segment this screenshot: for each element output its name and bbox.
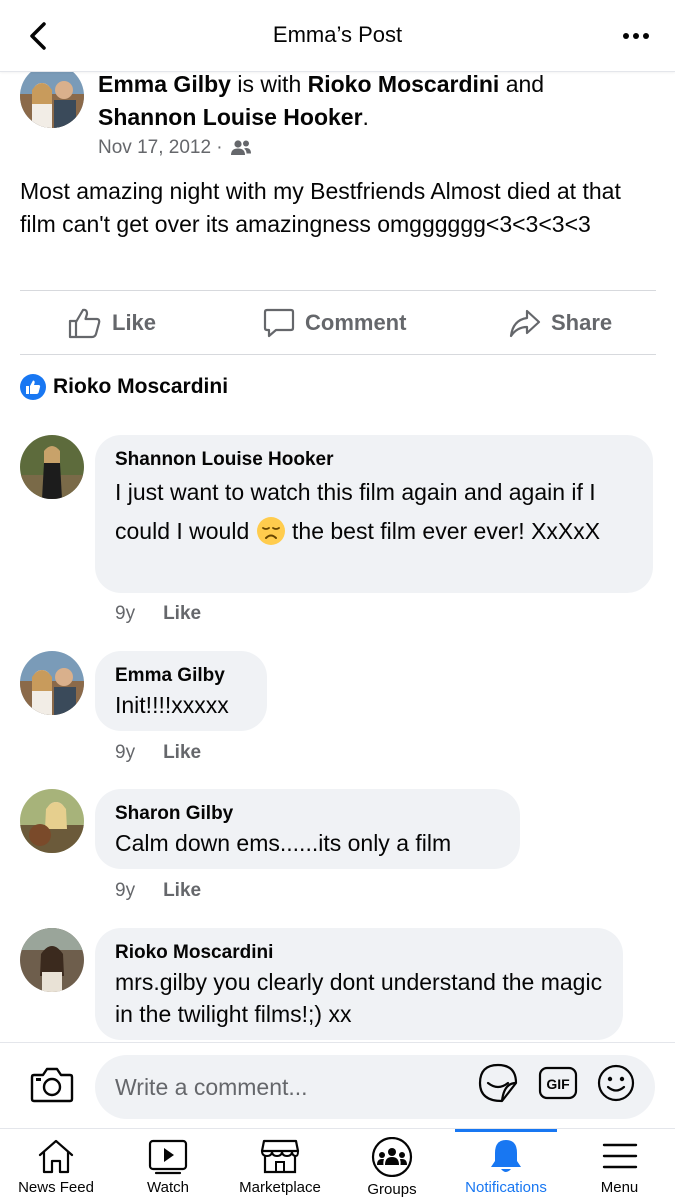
- comment-composer: GIF: [0, 1042, 675, 1128]
- disappointed-face-icon: [256, 517, 285, 545]
- tab-label: Menu: [600, 1179, 639, 1196]
- comment-author[interactable]: Shannon Louise Hooker: [115, 447, 633, 473]
- thumbs-up-icon: [68, 308, 101, 339]
- post-meta: Nov 17, 2012 ·: [98, 137, 252, 159]
- comment-label: Comment: [305, 310, 407, 335]
- like-button[interactable]: Like: [68, 292, 156, 354]
- hamburger-menu-icon: [602, 1143, 637, 1169]
- tab-groups[interactable]: Groups: [336, 1129, 448, 1200]
- tagged-friend-1[interactable]: Rioko Moscardini: [308, 71, 500, 97]
- comment-avatar[interactable]: [20, 651, 84, 715]
- more-options-icon[interactable]: [621, 22, 651, 50]
- comment-age: 9y: [115, 880, 136, 901]
- video-play-icon: [148, 1139, 188, 1175]
- comment-text: Calm down ems......its only a film: [115, 830, 452, 856]
- sticker-icon[interactable]: [478, 1063, 518, 1103]
- reaction-names: Rioko Moscardini: [53, 375, 229, 398]
- reaction-summary[interactable]: Rioko Moscardini: [20, 374, 228, 400]
- top-header: Emma’s Post: [0, 0, 675, 72]
- comment-age: 9y: [115, 742, 136, 763]
- share-label: Share: [551, 310, 613, 335]
- comment-button[interactable]: Comment: [263, 292, 406, 354]
- storefront-icon: [260, 1139, 300, 1174]
- comment-like-link[interactable]: Like: [163, 742, 201, 764]
- post-body-text: Most amazing night with my Bestfriends A…: [20, 178, 621, 237]
- home-icon: [38, 1139, 74, 1174]
- post-author-name[interactable]: Emma Gilby: [98, 71, 231, 97]
- comment-author[interactable]: Emma Gilby: [115, 663, 247, 689]
- gif-icon[interactable]: GIF: [538, 1063, 578, 1103]
- tagged-friend-2[interactable]: Shannon Louise Hooker: [98, 104, 363, 130]
- comment-text: mrs.gilby you clearly dont understand th…: [115, 969, 603, 1027]
- like-label: Like: [112, 310, 157, 335]
- tab-label: News Feed: [18, 1179, 94, 1196]
- tab-label: Watch: [147, 1179, 189, 1196]
- share-button[interactable]: Share: [509, 292, 612, 354]
- tab-watch[interactable]: Watch: [112, 1129, 224, 1200]
- comment-age: 9y: [115, 603, 136, 624]
- comment-bubble-icon: [263, 308, 295, 338]
- comment-text-part: the best film ever ever! XxXxX: [285, 518, 601, 544]
- share-arrow-icon: [509, 309, 541, 338]
- groups-icon: [371, 1137, 413, 1177]
- tab-menu[interactable]: Menu: [564, 1129, 675, 1200]
- comment-avatar[interactable]: [20, 435, 84, 499]
- tab-label: Marketplace: [239, 1179, 321, 1196]
- bottom-tab-bar: News Feed Watch Marketplace Groups Notif…: [0, 1128, 675, 1200]
- page-title: Emma’s Post: [272, 22, 403, 47]
- comment-bubble[interactable]: Emma Gilby Init!!!!xxxxx: [95, 651, 267, 731]
- comment-bubble[interactable]: Sharon Gilby Calm down ems......its only…: [95, 789, 520, 869]
- post-action-bar: Like Comment Share: [20, 292, 656, 354]
- post-author-line: Emma Gilby is with Rioko Moscardini and …: [98, 68, 598, 134]
- comment-avatar[interactable]: [20, 789, 84, 853]
- post-author-avatar[interactable]: [20, 64, 84, 128]
- camera-icon[interactable]: [30, 1065, 74, 1105]
- tab-label: Groups: [367, 1181, 417, 1198]
- tab-marketplace[interactable]: Marketplace: [224, 1129, 336, 1200]
- svg-text:GIF: GIF: [546, 1076, 570, 1092]
- comment-like-link[interactable]: Like: [163, 880, 201, 902]
- comment-like-link[interactable]: Like: [163, 603, 201, 625]
- comment-meta: 9y Like: [115, 742, 201, 764]
- post-date[interactable]: Nov 17, 2012 ·: [98, 137, 223, 159]
- comment-meta: 9y Like: [115, 880, 201, 902]
- friends-icon: [230, 140, 251, 155]
- comment-bubble[interactable]: Shannon Louise Hooker I just want to wat…: [95, 435, 653, 593]
- comment-meta: 9y Like: [115, 603, 201, 625]
- with-text: is with: [230, 71, 308, 97]
- and-text: and: [499, 71, 545, 97]
- comment-text: Init!!!!xxxxx: [115, 692, 229, 718]
- comment-text: I just want to watch this film again and…: [115, 473, 633, 551]
- comment-bubble[interactable]: Rioko Moscardini mrs.gilby you clearly d…: [95, 928, 623, 1040]
- comment-avatar[interactable]: [20, 928, 84, 992]
- bell-icon: [491, 1140, 521, 1172]
- comment-author[interactable]: Rioko Moscardini: [115, 940, 603, 966]
- divider: [20, 354, 656, 355]
- tab-notifications[interactable]: Notifications: [448, 1129, 564, 1200]
- comment-author[interactable]: Sharon Gilby: [115, 801, 500, 827]
- tab-label: Notifications: [465, 1179, 547, 1196]
- divider: [20, 290, 656, 291]
- emoji-icon[interactable]: [596, 1063, 636, 1103]
- tab-news-feed[interactable]: News Feed: [0, 1129, 112, 1200]
- period-text: .: [362, 104, 369, 130]
- like-reaction-icon: [20, 374, 46, 400]
